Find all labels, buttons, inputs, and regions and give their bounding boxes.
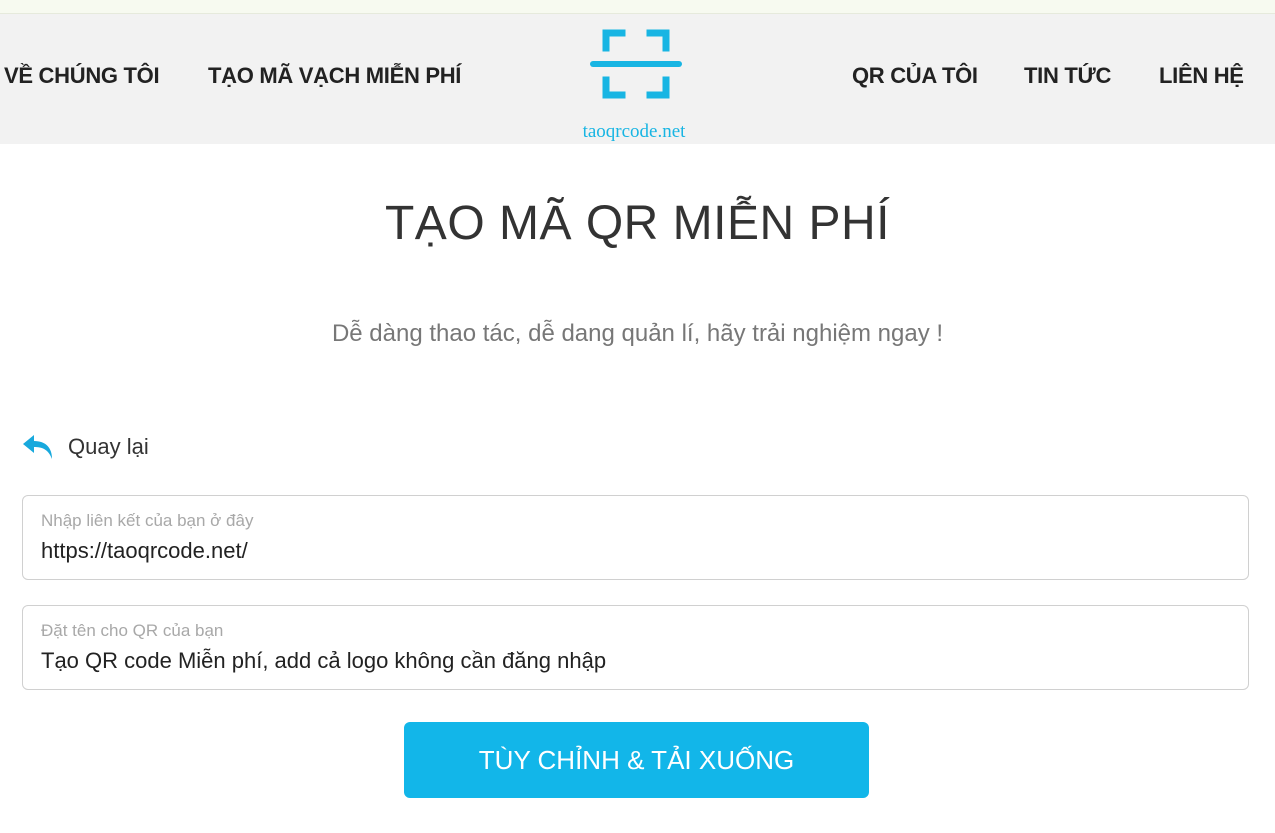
qr-name-field-label: Đặt tên cho QR của bạn (41, 621, 224, 640)
back-label: Quay lại (68, 434, 149, 459)
qr-name-field[interactable]: Đặt tên cho QR của bạn Tạo QR code Miễn … (22, 605, 1249, 690)
link-field-label: Nhập liên kết của bạn ở đây (41, 511, 254, 530)
link-input[interactable]: https://taoqrcode.net/ (41, 538, 248, 564)
qr-name-input[interactable]: Tạo QR code Miễn phí, add cả logo không … (41, 648, 606, 674)
nav-barcode-generator[interactable]: TẠO MÃ VẠCH MIỄN PHÍ (208, 63, 461, 89)
page-subtitle: Dễ dàng thao tác, dễ dang quản lí, hãy t… (331, 320, 944, 347)
nav-news[interactable]: TIN TỨC (1024, 63, 1111, 89)
back-link[interactable]: Quay lại (22, 430, 149, 464)
customize-download-button[interactable]: TÙY CHỈNH & TẢI XUỐNG (404, 722, 869, 798)
nav-contact[interactable]: LIÊN HỆ (1159, 63, 1244, 89)
nav-about[interactable]: VỀ CHÚNG TÔI (4, 63, 160, 89)
nav-my-qr[interactable]: QR CỦA TÔI (852, 63, 978, 89)
site-logo[interactable]: taoqrcode.net (574, 28, 694, 142)
page-title: TẠO MÃ QR MIỄN PHÍ (384, 197, 891, 250)
back-arrow-icon (23, 435, 52, 459)
link-field[interactable]: Nhập liên kết của bạn ở đây https://taoq… (22, 495, 1249, 580)
site-header: VỀ CHÚNG TÔI TẠO MÃ VẠCH MIỄN PHÍ taoqrc… (0, 14, 1275, 144)
scan-frame-icon (590, 29, 682, 99)
logo-text: taoqrcode.net (582, 121, 686, 142)
top-strip (0, 0, 1275, 14)
